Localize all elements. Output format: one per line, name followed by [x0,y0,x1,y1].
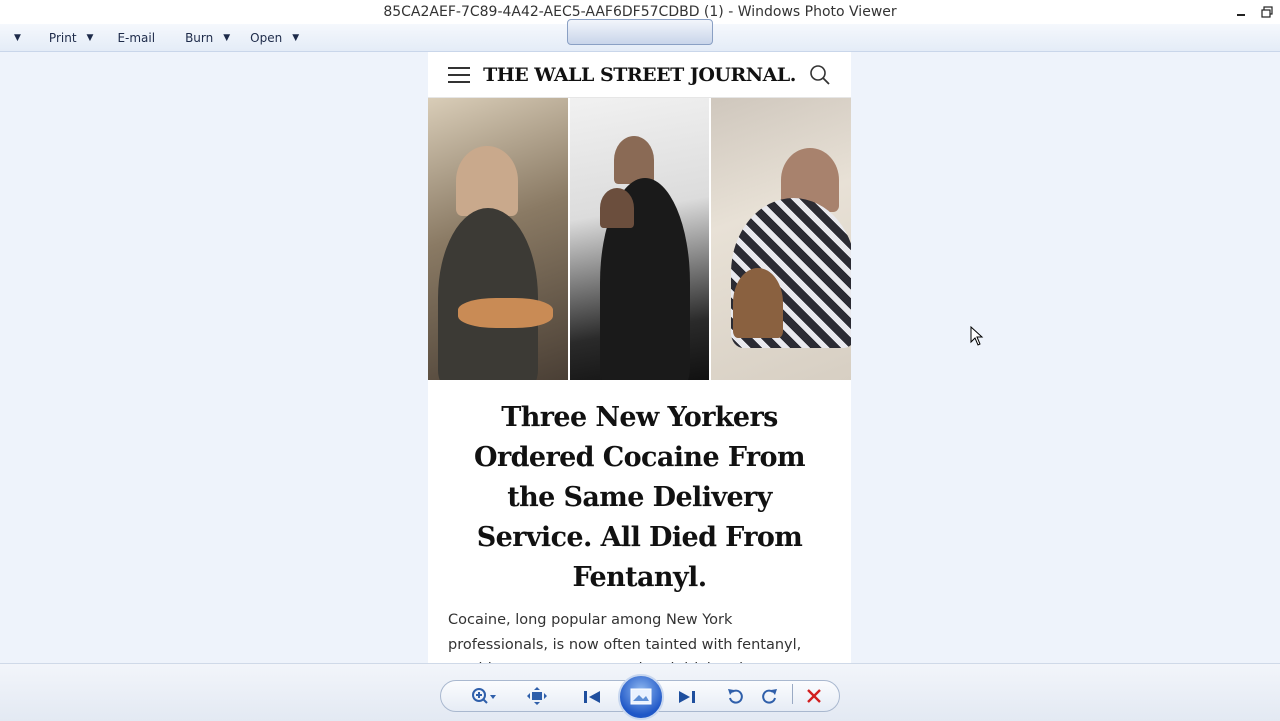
navigation-group [567,19,713,45]
next-button[interactable] [675,684,699,710]
article-headline: Three New Yorkers Ordered Cocaine From t… [474,402,805,593]
delete-button[interactable] [802,683,826,709]
toolbar-separator [792,684,793,704]
burn-menu-label: Burn [185,30,214,45]
delete-icon [807,689,821,703]
image-viewport[interactable]: THE WALL STREET JOURNAL. Three New Yorke… [0,52,1280,663]
photo-collage [428,98,851,380]
print-menu-label: Print [48,30,77,45]
rotate-left-icon [728,689,743,704]
wsj-header: THE WALL STREET JOURNAL. [428,52,851,98]
restore-button[interactable] [1254,1,1280,23]
open-menu-button[interactable]: Open ▼ [242,24,307,51]
open-menu-label: Open [250,30,283,45]
rotate-left-button[interactable] [724,683,748,709]
zoom-icon [472,688,496,704]
fit-window-icon [527,687,547,705]
mouse-cursor-icon [970,326,984,346]
chevron-down-icon: ▼ [292,32,300,43]
email-menu-button[interactable]: E-mail [109,24,163,51]
displayed-image: THE WALL STREET JOURNAL. Three New Yorke… [428,52,851,663]
photo-woman-with-pie [428,98,568,380]
rotate-right-button[interactable] [757,683,781,709]
previous-icon [584,691,600,703]
masthead: THE WALL STREET JOURNAL. [483,63,796,86]
next-icon [679,691,695,703]
minimize-button[interactable] [1228,1,1254,23]
email-menu-label: E-mail [117,30,156,45]
previous-button[interactable] [580,684,604,710]
search-icon [810,64,830,85]
restore-icon [1261,6,1273,18]
minimize-icon [1237,14,1245,16]
window-controls [1228,0,1280,24]
article-summary: Cocaine, long popular among New York pro… [448,612,802,663]
rotate-right-icon [762,689,777,704]
zoom-button[interactable] [468,683,500,709]
chevron-down-icon: ▼ [86,32,94,43]
burn-menu-button[interactable]: Burn ▼ [177,24,238,51]
slideshow-button[interactable] [618,674,664,720]
print-menu-button[interactable]: Print ▼ [41,24,102,51]
file-menu-button[interactable]: ▼ [0,24,29,51]
photo-woman-with-dog [711,98,851,380]
fit-window-button[interactable] [525,683,549,709]
window-title: 85CA2AEF-7C89-4A42-AEC5-AAF6DF57CDBD (1)… [383,4,897,20]
hamburger-menu-icon [448,66,470,83]
slideshow-icon [630,688,652,705]
chevron-down-icon: ▼ [223,32,231,43]
photo-couple [569,98,710,380]
chevron-down-icon: ▼ [14,32,21,43]
